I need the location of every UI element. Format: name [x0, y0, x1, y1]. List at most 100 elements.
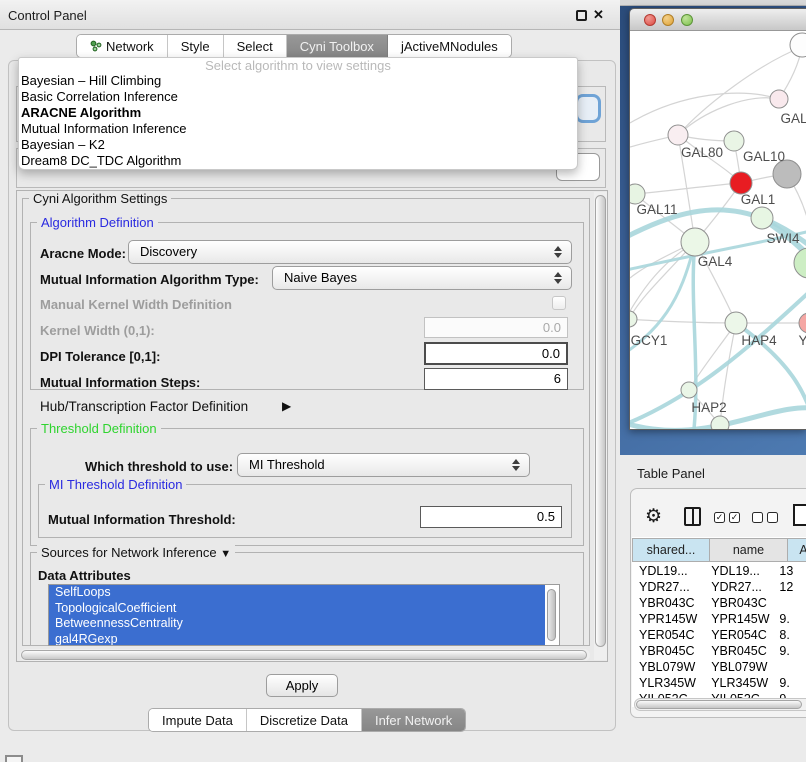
network-node[interactable] [794, 248, 806, 278]
tab-jactivemnodules[interactable]: jActiveMNodules [388, 35, 511, 57]
table-row[interactable]: YBR045CYBR045C9. [632, 643, 806, 659]
mi-threshold-field[interactable]: 0.5 [420, 506, 562, 528]
column-header[interactable]: name [710, 538, 788, 562]
dpi-tolerance-field[interactable]: 0.0 [424, 342, 568, 365]
tab-infer-network[interactable]: Infer Network [362, 709, 465, 731]
node-label: HAP4 [741, 333, 777, 348]
list-scrollbar-thumb[interactable] [547, 589, 556, 641]
node-label: GCY1 [631, 333, 668, 348]
tab-label: Select [237, 39, 273, 54]
algorithm-list: Bayesian – Hill ClimbingBasic Correlatio… [19, 73, 577, 169]
table-cell: YBR043C [704, 595, 776, 611]
data-attribute-item[interactable]: SelfLoops [49, 585, 545, 601]
data-attribute-item[interactable]: gal4RGexp [49, 632, 545, 647]
table-row[interactable]: YER054CYER054C8. [632, 627, 806, 643]
tab-discretize-data[interactable]: Discretize Data [247, 709, 362, 731]
cyni-bottom-tabs: Impute Data Discretize DataInfer Network [148, 708, 466, 732]
gear-icon[interactable]: ⚙ [645, 505, 662, 528]
algorithm-option[interactable]: ARACNE Algorithm [19, 105, 577, 121]
network-node[interactable] [790, 33, 806, 57]
network-node[interactable] [773, 160, 801, 188]
network-edge[interactable] [635, 183, 741, 194]
algorithm-option[interactable]: Mutual Information Inference [19, 121, 577, 137]
network-node[interactable] [630, 184, 645, 204]
document-icon[interactable] [793, 504, 806, 526]
network-node[interactable] [668, 125, 688, 145]
network-node[interactable] [725, 312, 747, 334]
network-node[interactable] [724, 131, 744, 151]
data-attribute-item[interactable]: BetweennessCentrality [49, 616, 545, 632]
table-row[interactable]: YDR27...YDR27...12 [632, 579, 806, 595]
network-node[interactable] [770, 90, 788, 108]
table-row[interactable]: YBL079WYBL079W [632, 659, 806, 675]
kernel-width-field[interactable]: 0.0 [424, 317, 568, 338]
network-tab-icon [90, 40, 102, 52]
network-node[interactable] [751, 207, 773, 229]
tab-style[interactable]: Style [168, 35, 224, 57]
expand-right-icon[interactable]: ▶ [282, 399, 291, 413]
table-cell: YDL19... [704, 563, 776, 579]
kernel-width-label: Kernel Width (0,1): [40, 323, 155, 338]
table-horizontal-scrollbar-thumb[interactable] [636, 700, 802, 709]
column-header[interactable]: A [788, 538, 806, 562]
column-header[interactable]: shared... [632, 538, 710, 562]
mi-steps-label: Mutual Information Steps: [40, 375, 200, 390]
algorithm-option[interactable]: Basic Correlation Inference [19, 89, 577, 105]
table-row[interactable]: YBR043CYBR043C [632, 595, 806, 611]
network-canvas[interactable]: GALGAL80GAL10GAL1GAL11SWI4GAL4GCY1HAP4YH… [630, 31, 806, 430]
tab-cyni-toolbox[interactable]: Cyni Toolbox [287, 35, 388, 57]
tab-label: Style [181, 39, 210, 54]
select-all-icon[interactable]: ✓ ✓ [714, 512, 740, 523]
window-close-icon[interactable] [644, 14, 656, 26]
network-edge[interactable] [630, 242, 695, 319]
network-edge[interactable] [630, 319, 736, 323]
tab-select[interactable]: Select [224, 35, 287, 57]
table-row[interactable]: YLR345WYLR345W9. [632, 675, 806, 691]
network-view-window: GALGAL80GAL10GAL1GAL11SWI4GAL4GCY1HAP4YH… [629, 8, 806, 430]
aracne-mode-value: Discovery [140, 244, 197, 259]
algorithm-option[interactable]: Bayesian – K2 [19, 137, 577, 153]
table-row[interactable]: YDL19...YDL19...13 [632, 563, 806, 579]
network-node[interactable] [730, 172, 752, 194]
table-cell: 12 [776, 579, 806, 595]
network-node[interactable] [681, 228, 709, 256]
network-edge[interactable] [678, 98, 779, 135]
algorithm-option[interactable]: Bayesian – Hill Climbing [19, 73, 577, 89]
algorithm-option[interactable]: Dream8 DC_TDC Algorithm [19, 153, 577, 169]
window-minimize-icon[interactable] [662, 14, 674, 26]
network-node[interactable] [799, 313, 806, 333]
apply-button[interactable]: Apply [266, 674, 338, 697]
data-attributes-label: Data Attributes [38, 568, 131, 583]
focused-combobox-edge[interactable] [575, 94, 601, 123]
aracne-mode-select[interactable]: Discovery [128, 240, 572, 264]
table-cell: YPR145W [632, 611, 704, 627]
tab-impute-data[interactable]: Impute Data [149, 709, 247, 731]
table-cell: YER054C [632, 627, 704, 643]
table-row[interactable]: YPR145WYPR145W9. [632, 611, 806, 627]
close-icon[interactable]: ✕ [593, 7, 604, 23]
hub-definition-toggle[interactable]: Hub/Transcription Factor Definition [40, 399, 248, 414]
mi-steps-field[interactable]: 6 [424, 368, 568, 390]
manual-kernel-checkbox[interactable] [552, 296, 566, 310]
horizontal-scrollbar-thumb[interactable] [21, 650, 587, 660]
unchecked-box-icon [752, 512, 763, 523]
tab-label: Impute Data [162, 713, 233, 728]
network-node[interactable] [681, 382, 697, 398]
deselect-all-icon[interactable] [752, 512, 778, 523]
network-window-titlebar[interactable] [630, 9, 806, 31]
window-zoom-icon[interactable] [681, 14, 693, 26]
data-attribute-item[interactable]: TopologicalCoefficient [49, 601, 545, 617]
network-node[interactable] [711, 416, 729, 430]
data-attributes-list[interactable]: SelfLoopsTopologicalCoefficientBetweenne… [48, 584, 560, 646]
columns-icon[interactable] [684, 507, 701, 526]
which-threshold-value: MI Threshold [249, 457, 325, 472]
tab-network[interactable]: Network [77, 35, 168, 57]
which-threshold-select[interactable]: MI Threshold [237, 453, 530, 477]
collapse-down-icon[interactable]: ▼ [220, 548, 231, 560]
sources-title: Sources for Network Inference [41, 545, 217, 560]
mi-type-select[interactable]: Naive Bayes [272, 266, 572, 290]
float-icon[interactable] [576, 10, 587, 21]
mi-type-label: Mutual Information Algorithm Type: [40, 272, 259, 287]
network-node[interactable] [630, 311, 637, 327]
vertical-scrollbar-thumb[interactable] [595, 195, 606, 647]
